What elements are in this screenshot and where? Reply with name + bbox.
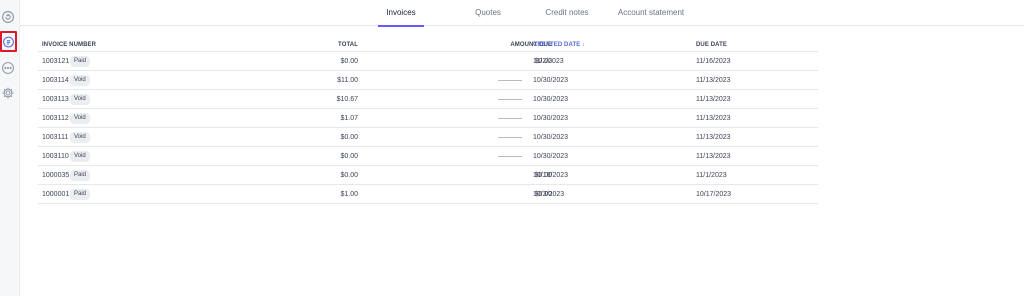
table-row[interactable]: 1003111 Void $0.00 10/30/2023 11/13/2023 — [38, 128, 818, 147]
created-date: 10/18/2023 — [533, 172, 569, 179]
invoice-number[interactable]: 1000035 — [42, 172, 69, 179]
tab-account-statement[interactable]: Account statement — [605, 0, 697, 26]
tab-invoices[interactable]: Invoices — [378, 0, 424, 27]
invoice-icon[interactable] — [0, 31, 17, 52]
status-badge: Void — [70, 151, 90, 162]
table-row[interactable]: 1000035 Paid $0.00 $0.00 10/18/2023 11/1/2023 — [38, 166, 818, 185]
table-row[interactable]: 1003114 Void $11.00 10/30/2023 11/13/2023 — [38, 71, 818, 90]
invoice-number[interactable]: 1000001 — [42, 191, 69, 198]
invoice-total: $1.07 — [340, 115, 358, 122]
table-body: 1003121 Paid $0.00 $0.00 11/2/2023 11/16/2023… — [38, 52, 818, 204]
invoice-number[interactable]: 1003111 — [42, 134, 68, 141]
created-date: 10/30/2023 — [533, 96, 569, 103]
column-invoice-number[interactable]: INVOICE NUMBER — [42, 42, 96, 48]
column-total[interactable]: TOTAL — [338, 42, 358, 48]
tab-bar: Invoices Quotes Credit notes Account sta… — [20, 0, 1024, 27]
column-created-date-label: CREATED DATE — [533, 42, 581, 48]
amount-due-empty — [498, 156, 522, 157]
invoice-total: $11.00 — [337, 77, 358, 84]
table-row[interactable]: 1003113 Void $10.67 10/30/2023 11/13/2023 — [38, 90, 818, 109]
tab-credit-notes[interactable]: Credit notes — [536, 0, 598, 26]
invoice-total: $1.00 — [340, 191, 358, 198]
status-badge: Paid — [70, 56, 91, 67]
status-badge: Void — [70, 132, 90, 143]
table-header: INVOICE NUMBER TOTAL AMOUNT DUE CREATED … — [38, 38, 818, 52]
due-date: 11/13/2023 — [696, 153, 731, 160]
invoice-total: $0.00 — [340, 172, 358, 179]
amount-due-empty — [498, 80, 522, 81]
due-date: 10/17/2023 — [696, 191, 732, 198]
created-date: 10/30/2023 — [533, 134, 569, 141]
due-date: 11/16/2023 — [696, 58, 731, 65]
table-row[interactable]: 1000001 Paid $1.00 $0.00 10/3/2023 10/17/2023 — [38, 185, 818, 204]
amount-due-empty — [498, 118, 522, 119]
due-date: 11/1/2023 — [696, 172, 727, 179]
invoice-number[interactable]: 1003113 — [42, 96, 69, 103]
due-date: 11/13/2023 — [696, 134, 731, 141]
created-date: 10/30/2023 — [533, 115, 569, 122]
status-badge: Void — [70, 113, 90, 124]
more-icon[interactable] — [0, 60, 16, 76]
due-date: 11/13/2023 — [696, 96, 731, 103]
invoice-number[interactable]: 1003110 — [42, 153, 69, 160]
invoice-total: $0.00 — [340, 134, 358, 141]
due-date: 11/13/2023 — [696, 77, 731, 84]
created-date: 10/30/2023 — [533, 77, 569, 84]
column-due-date[interactable]: DUE DATE — [696, 42, 727, 48]
sort-arrow-icon: ↓ — [582, 42, 586, 48]
status-badge: Paid — [70, 170, 91, 181]
amount-due-empty — [498, 137, 522, 138]
column-created-date[interactable]: CREATED DATE ↓ — [533, 42, 585, 48]
due-date: 11/13/2023 — [696, 115, 731, 122]
status-badge: Paid — [70, 189, 91, 200]
invoice-total: $0.00 — [340, 58, 358, 65]
created-date: 11/2/2023 — [533, 58, 564, 65]
table-row[interactable]: 1003112 Void $1.07 10/30/2023 11/13/2023 — [38, 109, 818, 128]
invoice-total: $0.00 — [340, 153, 358, 160]
invoice-number[interactable]: 1003112 — [42, 115, 69, 122]
refresh-icon[interactable] — [0, 9, 16, 25]
invoice-number[interactable]: 1003121 — [42, 58, 69, 65]
created-date: 10/3/2023 — [533, 191, 565, 198]
amount-due-empty — [498, 99, 522, 100]
gear-icon[interactable] — [0, 85, 16, 101]
tab-quotes[interactable]: Quotes — [465, 0, 511, 26]
created-date: 10/30/2023 — [533, 153, 569, 160]
invoice-number[interactable]: 1003114 — [42, 77, 69, 84]
table-row[interactable]: 1003121 Paid $0.00 $0.00 11/2/2023 11/16/2023 — [38, 52, 818, 71]
table-row[interactable]: 1003110 Void $0.00 10/30/2023 11/13/2023 — [38, 147, 818, 166]
invoice-total: $10.67 — [336, 96, 358, 103]
invoices-table: INVOICE NUMBER TOTAL AMOUNT DUE CREATED … — [38, 38, 818, 204]
status-badge: Void — [70, 94, 90, 105]
left-sidebar — [0, 0, 20, 296]
status-badge: Void — [70, 75, 90, 86]
